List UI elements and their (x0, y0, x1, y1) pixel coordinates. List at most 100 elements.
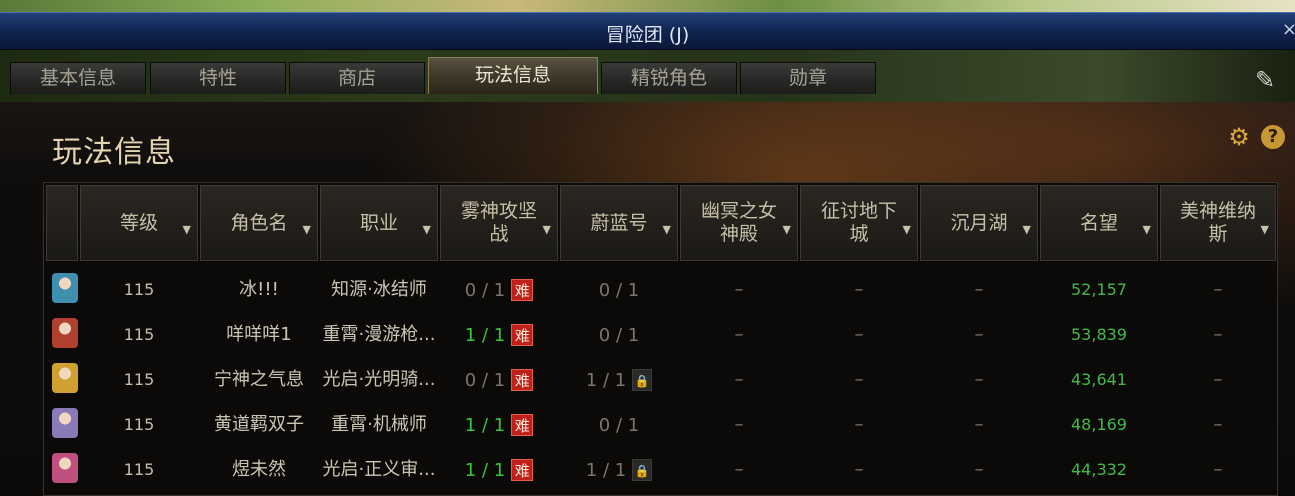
character-avatar-icon (52, 408, 78, 438)
lock-icon: 🔒 (632, 369, 653, 391)
cell-name: 黄道羁双子 (214, 414, 304, 435)
cell-mist: 1 / 1难 (440, 402, 558, 447)
edit-pen-icon[interactable]: ✎ (1255, 66, 1289, 102)
character-avatar-icon (52, 453, 78, 483)
lock-icon: 🔒 (632, 459, 653, 481)
table-row[interactable]: 115 宁神之气息 光启·光明骑... 0 / 1难1 / 1 🔒 – – –43,641– (44, 357, 1279, 402)
hard-mode-badge: 难 (511, 369, 534, 391)
azure-progress: 1 / 1 (585, 369, 627, 391)
cell-level: 115 (123, 280, 155, 299)
cell-dungeon: – (854, 369, 864, 390)
column-header-lake[interactable]: 沉月湖 ▼ (920, 185, 1038, 261)
help-icon[interactable]: ? (1261, 125, 1285, 149)
cell-temple: – (734, 279, 744, 300)
sort-arrow-icon: ▼ (782, 223, 791, 236)
mist-progress: 1 / 1 (464, 414, 506, 436)
cell-lake: – (974, 369, 984, 390)
cell-name: 煜未然 (232, 459, 286, 480)
sort-arrow-icon: ▼ (182, 223, 191, 236)
cell-venus: – (1213, 324, 1223, 345)
column-header-level[interactable]: 等级 ▼ (80, 185, 198, 261)
tab-gameplay-info[interactable]: 玩法信息 (428, 57, 598, 94)
title-bar[interactable]: 冒险团 (J) × (0, 12, 1295, 50)
cell-fame: 48,169 (1071, 415, 1127, 434)
azure-progress: 0 / 1 (598, 324, 640, 346)
mist-progress: 1 / 1 (464, 459, 506, 481)
hard-mode-badge: 难 (511, 279, 534, 301)
gear-icon[interactable]: ⚙ (1227, 125, 1251, 149)
table-row[interactable]: 115 黄道羁双子 重霄·机械师 1 / 1难 0 / 1 – – – 48,169 – (44, 402, 1279, 447)
cell-level: 115 (123, 370, 155, 389)
character-avatar-icon (52, 273, 78, 303)
cell-dungeon: – (854, 459, 864, 480)
cell-venus: – (1213, 459, 1223, 480)
cell-level: 115 (123, 325, 155, 344)
tab-medals[interactable]: 勋章 (740, 62, 876, 94)
game-window: 冒险团 (J) × 基本信息 特性 商店 玩法信息 精锐角色 勋章 ✎ 玩法信息… (0, 0, 1295, 496)
cell-venus: – (1213, 369, 1223, 390)
cell-venus: – (1213, 414, 1223, 435)
cell-fame: 43,641 (1071, 370, 1127, 389)
column-header-azure[interactable]: 蔚蓝号 ▼ (560, 185, 678, 261)
mist-progress: 0 / 1 (464, 279, 506, 301)
tab-elite-characters[interactable]: 精锐角色 (601, 62, 737, 94)
background-scenery (0, 0, 1295, 12)
sort-arrow-icon: ▼ (302, 223, 311, 236)
character-table: 等级 ▼ 角色名 ▼ 职业 ▼ 雾神攻坚战 ▼ 蔚蓝号 ▼ 幽冥之女神殿 ▼ 征讨地下城 ▼ … (43, 182, 1278, 496)
column-header-mist[interactable]: 雾神攻坚战 ▼ (440, 185, 558, 261)
column-header-dungeon[interactable]: 征讨地下城 ▼ (800, 185, 918, 261)
sort-arrow-icon: ▼ (542, 223, 551, 236)
tab-shop[interactable]: 商店 (289, 62, 425, 94)
tab-strip: 基本信息 特性 商店 玩法信息 精锐角色 勋章 (0, 50, 1295, 102)
cell-temple: – (734, 459, 744, 480)
sort-arrow-icon: ▼ (1142, 223, 1151, 236)
cell-job: 光启·光明骑... (322, 369, 436, 390)
table-row[interactable]: 115 冰!!! 知源·冰结师 0 / 1难0 / 1– – –52,157– (44, 267, 1279, 312)
cell-azure: 0 / 1 (560, 312, 678, 357)
cell-dungeon: – (854, 324, 864, 345)
hard-mode-badge: 难 (511, 459, 534, 481)
cell-temple: – (734, 324, 744, 345)
cell-fame: 53,839 (1071, 325, 1127, 344)
cell-name: 宁神之气息 (214, 369, 304, 390)
cell-lake: – (974, 324, 984, 345)
cell-mist: 0 / 1难 (440, 357, 558, 402)
cell-mist: 1 / 1难 (440, 312, 558, 357)
cell-temple: – (734, 369, 744, 390)
cell-lake: – (974, 459, 984, 480)
cell-level: 115 (123, 415, 155, 434)
character-avatar-icon (52, 318, 78, 348)
cell-azure: 1 / 1 🔒 (560, 447, 678, 492)
window-title: 冒险团 (J) (605, 24, 690, 46)
mist-progress: 1 / 1 (464, 324, 506, 346)
column-header-avatar (46, 185, 78, 261)
cell-job: 知源·冰结师 (331, 279, 427, 300)
cell-job: 重霄·机械师 (331, 414, 427, 435)
tab-basic-info[interactable]: 基本信息 (10, 62, 146, 94)
column-header-venus[interactable]: 美神维纳斯 ▼ (1160, 185, 1276, 261)
sort-arrow-icon: ▼ (1022, 223, 1031, 236)
cell-dungeon: – (854, 414, 864, 435)
cell-name: 咩咩咩1 (226, 324, 292, 345)
character-avatar-icon (52, 363, 78, 393)
cell-lake: – (974, 414, 984, 435)
column-header-name[interactable]: 角色名 ▼ (200, 185, 318, 261)
mist-progress: 0 / 1 (464, 369, 506, 391)
sort-arrow-icon: ▼ (662, 223, 671, 236)
close-icon[interactable]: × (1282, 19, 1295, 40)
cell-azure: 0 / 1 (560, 267, 678, 312)
cell-mist: 1 / 1难 (440, 447, 558, 492)
table-row[interactable]: 115 咩咩咩1 重霄·漫游枪... 1 / 1难 0 / 1 – – – 53,839 – (44, 312, 1279, 357)
column-header-job[interactable]: 职业 ▼ (320, 185, 438, 261)
cell-job: 重霄·漫游枪... (322, 324, 436, 345)
column-header-temple[interactable]: 幽冥之女神殿 ▼ (680, 185, 798, 261)
cell-dungeon: – (854, 279, 864, 300)
table-row[interactable]: 115 煜未然 光启·正义审... 1 / 1难1 / 1 🔒 – – –44,332– (44, 447, 1279, 492)
column-header-fame[interactable]: 名望 ▼ (1040, 185, 1158, 261)
cell-level: 115 (123, 460, 155, 479)
azure-progress: 0 / 1 (598, 414, 640, 436)
panel-title: 玩法信息 (52, 135, 176, 170)
azure-progress: 1 / 1 (585, 459, 627, 481)
azure-progress: 0 / 1 (598, 279, 640, 301)
tab-traits[interactable]: 特性 (150, 62, 286, 94)
